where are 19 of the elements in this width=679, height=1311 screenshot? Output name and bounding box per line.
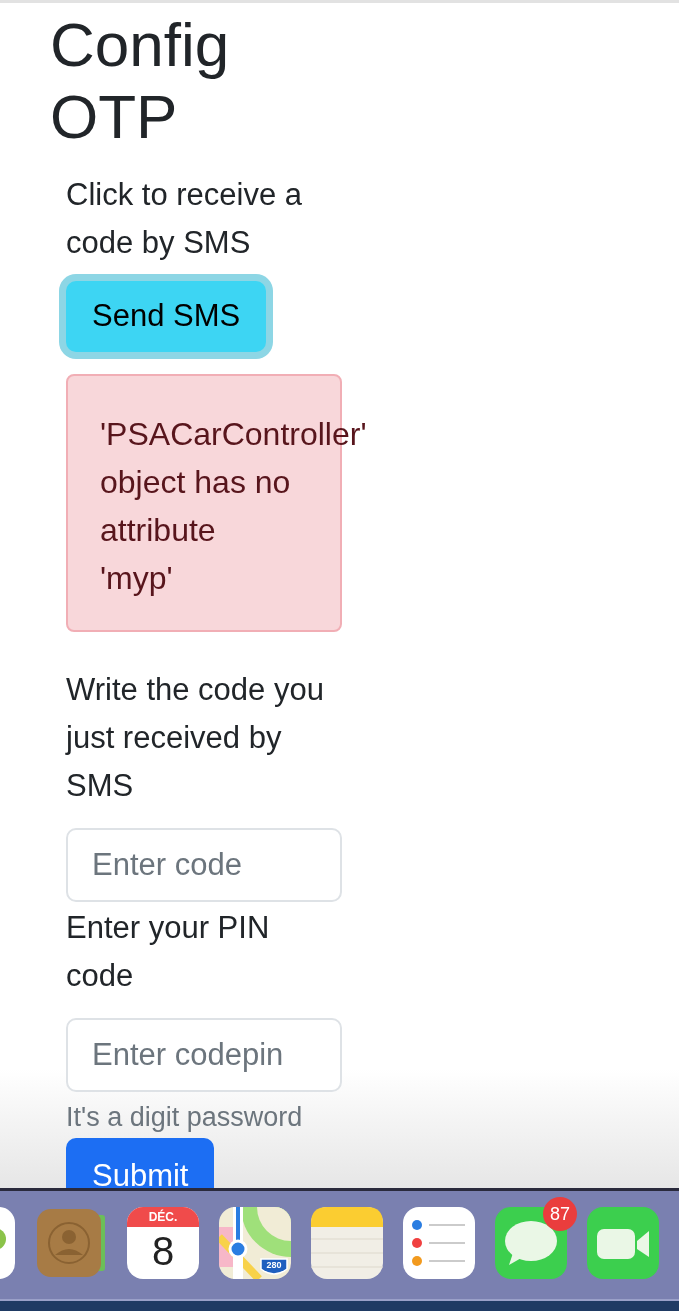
help-text: It's a digit password	[66, 1102, 303, 1132]
instruction-text: Click to receive a code by SMS	[66, 176, 304, 262]
speech-bubble-icon[interactable]	[495, 1207, 567, 1279]
map-icon[interactable]: 280	[219, 1207, 291, 1279]
pin-input[interactable]: Enter codepin	[66, 1018, 342, 1092]
address-book-icon[interactable]	[35, 1207, 107, 1279]
calendar-icon[interactable]: DÉC. 8	[127, 1207, 199, 1279]
notification-badge: 87	[543, 1197, 577, 1231]
submit-button[interactable]: Submit	[66, 1138, 215, 1188]
field-label: Write the code you just received by SMS	[66, 671, 325, 805]
checklist-icon[interactable]	[403, 1207, 475, 1279]
video-camera-icon[interactable]	[587, 1207, 659, 1279]
field-label: Enter your PIN code	[66, 909, 271, 995]
calendar-month: DÉC.	[148, 1208, 178, 1226]
error-message: 'PSACarController' object has no attribute 'myp'	[100, 416, 367, 596]
calendar-day: 8	[151, 1227, 175, 1275]
code-input[interactable]: Enter code	[66, 828, 342, 902]
notepad-icon[interactable]	[311, 1207, 383, 1279]
page-heading: Config OTP	[50, 9, 231, 153]
